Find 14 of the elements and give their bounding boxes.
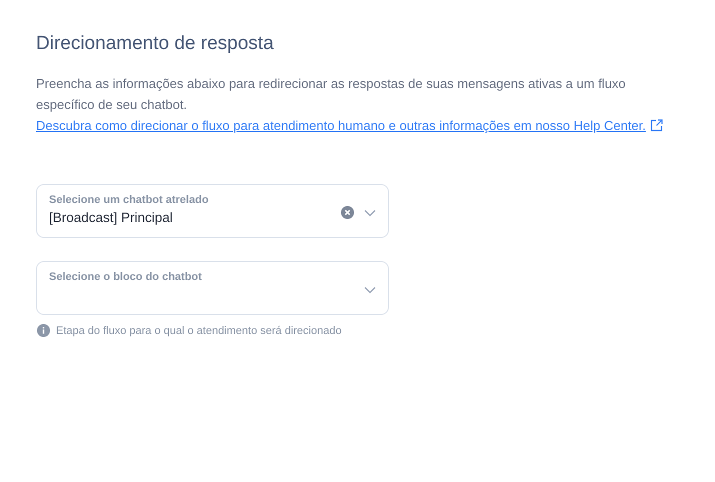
select-field[interactable]: Selecione o bloco do chatbot: [36, 260, 389, 314]
field-label: Selecione um chatbot atrelado: [49, 192, 210, 208]
section-title: Direcionamento de resposta: [36, 32, 275, 56]
hint-text: Etapa do fluxo para o qual o atendimento será direcionado: [56, 324, 342, 338]
field-label: Selecione o bloco do chatbot: [49, 270, 203, 284]
select-field[interactable]: Selecione um chatbot atrelado [Broadcast] Principal: [36, 184, 389, 238]
help-center-link[interactable]: Descubra como direcionar o fluxo para atendimento humano e outras informações em nosso Help Center.: [36, 114, 663, 136]
info-icon: [37, 324, 50, 338]
description-text: Preencha as informações abaixo para redirecionar as respostas de suas mensagens ativas a um fluxo específico de seu chatbot. Descubra como direcionar o fluxo para atendimento humano e outras informações em nosso Help Center.: [36, 72, 666, 136]
field-value: [Broadcast] Principal: [49, 208, 174, 227]
clear-icon[interactable]: [341, 206, 354, 219]
external-link-icon: [650, 118, 663, 132]
chevron-down-icon: [364, 286, 376, 294]
chevron-down-icon: [364, 208, 376, 216]
